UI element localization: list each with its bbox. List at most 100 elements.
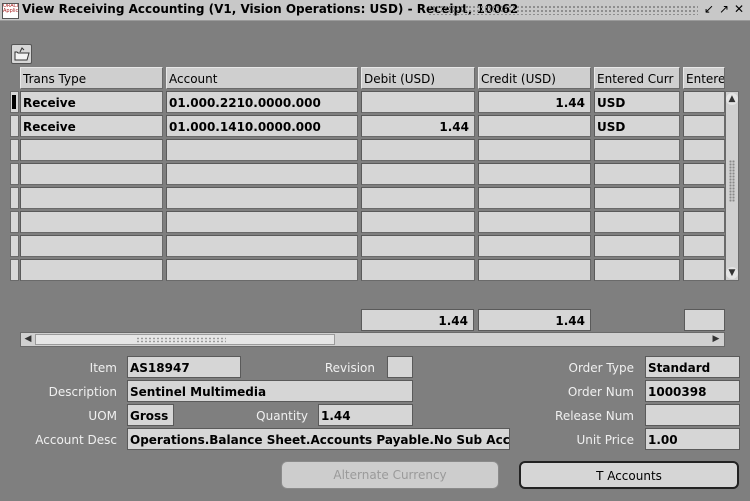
release-num-field[interactable] [645,404,740,426]
cell-entered-curr[interactable] [594,235,680,257]
cell-debit[interactable] [361,187,475,209]
folder-icon [14,47,30,61]
description-field[interactable]: Sentinel Multimedia [127,380,413,402]
release-num-label: Release Num [555,409,634,423]
cell-trans-type[interactable] [20,211,163,233]
cell-account[interactable] [166,139,358,161]
cell-trans-type[interactable] [20,235,163,257]
cell-credit[interactable] [478,163,591,185]
cell-entered[interactable] [683,163,725,185]
cell-account[interactable] [166,187,358,209]
close-icon[interactable]: ✕ [732,2,746,16]
column-header-account[interactable]: Account [166,67,358,89]
cell-trans-type[interactable]: Receive [20,91,163,113]
row-indicator[interactable] [10,163,19,185]
column-header-credit[interactable]: Credit (USD) [478,67,591,89]
scroll-right-icon[interactable]: ▶ [710,333,722,346]
row-indicator[interactable] [10,235,19,257]
cell-account[interactable]: 01.000.2210.0000.000 [166,91,358,113]
item-label: Item [89,361,117,375]
cell-entered-curr[interactable] [594,211,680,233]
oracle-app-icon: ORACLE Applications [2,3,19,19]
cell-account[interactable] [166,163,358,185]
cell-entered[interactable] [683,91,725,113]
horizontal-scrollbar[interactable]: ◀ ▶ [20,332,725,347]
cell-entered[interactable] [683,187,725,209]
cell-debit[interactable]: 1.44 [361,115,475,137]
cell-credit[interactable] [478,259,591,281]
row-indicator[interactable] [10,139,19,161]
unit-price-field[interactable]: 1.00 [645,428,740,450]
cell-credit[interactable] [478,235,591,257]
description-label: Description [48,385,117,399]
cell-credit[interactable]: 1.44 [478,91,591,113]
cell-account[interactable] [166,235,358,257]
credit-total: 1.44 [478,309,591,331]
row-indicator[interactable] [10,187,19,209]
cell-debit[interactable] [361,163,475,185]
maximize-icon[interactable]: ↗ [717,2,731,16]
cell-credit[interactable] [478,115,591,137]
window-titlebar[interactable]: ORACLE Applications View Receiving Accou… [0,0,750,21]
scroll-up-icon[interactable]: ▲ [726,93,738,105]
quantity-field[interactable]: 1.44 [318,404,413,426]
row-indicator[interactable] [10,115,19,137]
cell-entered-curr[interactable] [594,187,680,209]
order-type-field[interactable]: Standard [645,356,740,378]
order-num-field[interactable]: 1000398 [645,380,740,402]
scroll-down-icon[interactable]: ▼ [726,267,738,279]
cell-entered-curr[interactable]: USD [594,115,680,137]
t-accounts-button[interactable]: T Accounts [519,461,739,489]
cell-debit[interactable] [361,139,475,161]
alternate-currency-button[interactable]: Alternate Currency [281,461,499,489]
cell-entered[interactable] [683,211,725,233]
cell-debit[interactable] [361,91,475,113]
revision-field[interactable] [387,356,413,378]
thumb-grip [136,337,226,343]
cell-account[interactable]: 01.000.1410.0000.000 [166,115,358,137]
cell-account[interactable] [166,211,358,233]
revision-label: Revision [324,361,375,375]
cell-entered[interactable] [683,115,725,137]
scroll-thumb[interactable] [35,334,335,345]
item-field[interactable]: AS18947 [127,356,241,378]
uom-field[interactable]: Gross [127,404,174,426]
cell-debit[interactable] [361,211,475,233]
cell-trans-type[interactable] [20,187,163,209]
cell-debit[interactable] [361,235,475,257]
column-header-trans-type[interactable]: Trans Type [20,67,163,89]
cell-entered-curr[interactable] [594,259,680,281]
cell-entered[interactable] [683,235,725,257]
column-header-entered-curr[interactable]: Entered Curr [594,67,680,89]
cell-credit[interactable] [478,211,591,233]
quantity-label: Quantity [256,409,308,423]
entered-total [684,309,725,331]
row-indicator[interactable] [10,211,19,233]
cell-trans-type[interactable] [20,139,163,161]
folder-button[interactable] [11,44,32,64]
minimize-icon[interactable]: ↙ [702,2,716,16]
cell-credit[interactable] [478,139,591,161]
cell-entered[interactable] [683,139,725,161]
cell-credit[interactable] [478,187,591,209]
column-header-entered[interactable]: Entered [683,67,725,89]
scroll-left-icon[interactable]: ◀ [22,333,34,346]
cell-trans-type[interactable] [20,259,163,281]
cell-trans-type[interactable] [20,163,163,185]
scroll-grip [729,160,735,202]
cell-entered-curr[interactable]: USD [594,91,680,113]
cell-debit[interactable] [361,259,475,281]
column-header-debit[interactable]: Debit (USD) [361,67,475,89]
account-desc-field[interactable]: Operations.Balance Sheet.Accounts Payabl… [127,428,510,450]
order-num-label: Order Num [567,385,634,399]
vertical-scrollbar[interactable]: ▲ ▼ [725,91,739,281]
cell-account[interactable] [166,259,358,281]
uom-label: UOM [88,409,117,423]
cell-trans-type[interactable]: Receive [20,115,163,137]
debit-total: 1.44 [361,309,474,331]
cell-entered-curr[interactable] [594,163,680,185]
row-indicator[interactable] [10,259,19,281]
cell-entered[interactable] [683,259,725,281]
row-indicator[interactable] [10,91,19,113]
cell-entered-curr[interactable] [594,139,680,161]
